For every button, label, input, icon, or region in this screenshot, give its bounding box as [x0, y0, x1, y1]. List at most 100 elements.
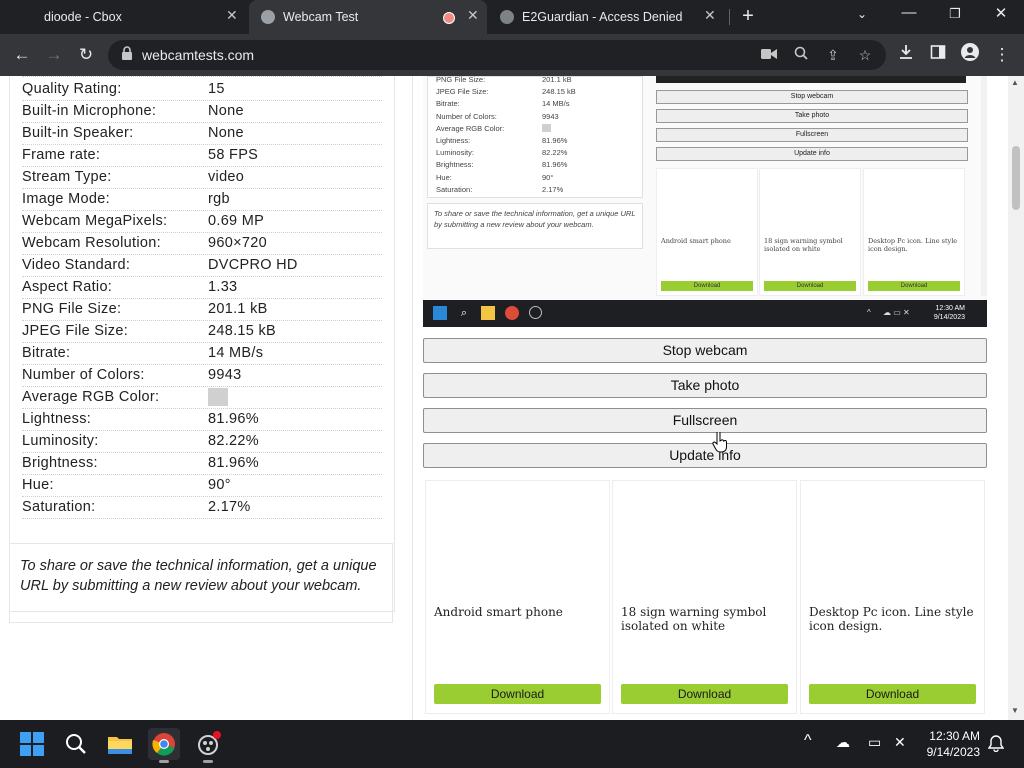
spec-value: 58 FPS	[208, 147, 259, 163]
spec-label: Aspect Ratio:	[22, 279, 113, 295]
rgb-color-swatch	[208, 388, 228, 406]
forward-arrow-icon[interactable]: →	[42, 43, 66, 67]
more-menu-icon[interactable]: ⋮	[990, 43, 1014, 67]
page-content: Quality Rating: 15 Built-in Microphone: Non…	[0, 76, 1024, 720]
stop-webcam-button[interactable]: Stop webcam	[423, 338, 987, 363]
frame-card-title: 18 sign warning symbol isolated on white	[764, 237, 843, 253]
scrollbar-thumb[interactable]	[1012, 146, 1020, 210]
spec-label: Quality Rating:	[22, 81, 122, 97]
spec-value: 960×720	[208, 235, 267, 251]
download-button[interactable]: Download	[809, 684, 976, 704]
frame-top-strip	[656, 76, 966, 83]
file-explorer-icon[interactable]	[104, 728, 136, 760]
tab-close-icon[interactable]: ✕	[467, 7, 479, 24]
share-info-box: To share or save the technical informati…	[9, 543, 393, 623]
tab-title: Webcam Test	[283, 10, 359, 24]
spec-value	[208, 388, 228, 410]
share-icon[interactable]: ⇪	[824, 46, 842, 64]
onedrive-cloud-icon[interactable]: ☁	[836, 734, 850, 751]
new-tab-plus-icon[interactable]: +	[736, 5, 760, 28]
frame-rgb-swatch	[542, 123, 551, 132]
tab-search-chevron-icon[interactable]: ⌄	[850, 7, 874, 21]
spec-label: Lightness:	[22, 411, 92, 427]
frame-spec-value	[542, 123, 551, 134]
restore-icon[interactable]: ❐	[943, 6, 967, 22]
bookmark-star-icon[interactable]: ☆	[856, 46, 874, 64]
spec-value: 14 MB/s	[208, 345, 264, 361]
stock-image-card: Android smart phone Download	[425, 480, 610, 714]
windows-start-icon[interactable]	[16, 728, 48, 760]
reload-icon[interactable]: ↻	[74, 43, 98, 67]
frame-card-download: Download	[661, 281, 753, 291]
spec-label: Brightness:	[22, 455, 98, 471]
frame-specs-card: PNG File Size: 201.1 kB JPEG File Size: 248…	[427, 76, 643, 198]
spec-value: 90°	[208, 477, 231, 493]
tab-close-icon[interactable]: ✕	[704, 7, 716, 24]
download-button[interactable]: Download	[434, 684, 601, 704]
download-button[interactable]: Download	[621, 684, 788, 704]
frame-spec-label: Bitrate:	[436, 99, 460, 109]
frame-taskbar: ⌕ ^ ☁ ▭ ✕ 12:30 AM 9/14/2023	[423, 300, 987, 327]
scroll-up-arrow-icon[interactable]: ▲	[1011, 78, 1019, 87]
tab-webcam-test[interactable]: Webcam Test ✕	[249, 0, 487, 34]
update-info-button[interactable]: Update info	[423, 443, 987, 468]
card-title: Desktop Pc icon. Line style icon design.	[809, 605, 974, 633]
spec-value: 81.96%	[208, 455, 259, 471]
chrome-icon[interactable]	[148, 728, 180, 763]
scroll-down-arrow-icon[interactable]: ▼	[1011, 706, 1019, 715]
frame-clock: 12:30 AM 9/14/2023	[934, 304, 965, 322]
frame-explorer-icon	[481, 306, 495, 320]
frame-spec-label: Brightness:	[436, 160, 474, 170]
frame-spec-label: JPEG File Size:	[436, 87, 489, 97]
network-icon[interactable]: ▭	[868, 734, 881, 751]
frame-photo-button: Take photo	[656, 109, 968, 123]
camera-in-use-icon[interactable]	[760, 46, 778, 64]
tab-close-icon[interactable]: ✕	[226, 7, 238, 24]
lock-icon[interactable]	[118, 46, 136, 64]
page-scrollbar[interactable]: ▲ ▼	[1008, 76, 1024, 720]
back-arrow-icon[interactable]: ←	[10, 43, 34, 67]
tab-e2guardian[interactable]: E2Guardian - Access Denied ✕	[488, 0, 724, 34]
side-panel-icon[interactable]	[926, 43, 950, 67]
zoom-search-icon[interactable]	[792, 46, 810, 64]
url-text: webcamtests.com	[142, 47, 255, 63]
stock-image-card: 18 sign warning symbol isolated on white…	[612, 480, 797, 714]
system-clock[interactable]: 12:30 AM 9/14/2023	[927, 728, 980, 760]
tray-chevron-up-icon[interactable]: ^	[804, 732, 812, 750]
fullscreen-button[interactable]: Fullscreen	[423, 408, 987, 433]
spec-value: rgb	[208, 191, 230, 207]
spec-value: 0.69 MP	[208, 213, 265, 229]
frame-spec-label: Number of Colors:	[436, 111, 497, 121]
spec-value: 15	[208, 81, 225, 97]
volume-muted-icon[interactable]: ✕	[894, 734, 906, 751]
frame-spec-label: PNG File Size:	[436, 76, 486, 84]
search-icon[interactable]	[60, 728, 92, 760]
take-photo-button[interactable]: Take photo	[423, 373, 987, 398]
spec-row: Webcam MegaPixels: 0.69 MP	[22, 210, 382, 233]
frame-update-button: Update info	[656, 147, 968, 161]
spec-label: Built-in Microphone:	[22, 103, 157, 119]
spec-label: Bitrate:	[22, 345, 71, 361]
notification-bell-icon[interactable]	[987, 734, 1005, 755]
profile-avatar-icon[interactable]	[958, 43, 982, 67]
spec-value: 2.17%	[208, 499, 251, 515]
frame-windows-icon	[433, 306, 447, 320]
frame-fullscreen-button: Fullscreen	[656, 128, 968, 142]
address-bar[interactable]: webcamtests.com ⇪ ☆	[108, 40, 886, 70]
frame-spec-value: 81.96%	[542, 160, 568, 170]
download-icon[interactable]	[894, 43, 918, 67]
tab-dioode-cbox[interactable]: dioode - Cbox ✕	[0, 0, 248, 34]
spec-label: Stream Type:	[22, 169, 112, 185]
spec-row: Frame rate: 58 FPS	[22, 144, 382, 167]
spec-label: Hue:	[22, 477, 54, 493]
spec-row: Hue: 90°	[22, 474, 382, 497]
minimize-icon[interactable]: —	[897, 4, 921, 21]
spec-label: Number of Colors:	[22, 367, 145, 383]
window-close-icon[interactable]: ✕	[989, 4, 1013, 22]
spec-label: JPEG File Size:	[22, 323, 129, 339]
obs-studio-icon[interactable]	[192, 728, 224, 763]
frame-clock-time: 12:30 AM	[935, 305, 965, 312]
spec-row: Webcam Resolution: 960×720	[22, 232, 382, 255]
spec-label: Webcam MegaPixels:	[22, 213, 168, 229]
frame-spec-label: Average RGB Color:	[436, 123, 505, 133]
